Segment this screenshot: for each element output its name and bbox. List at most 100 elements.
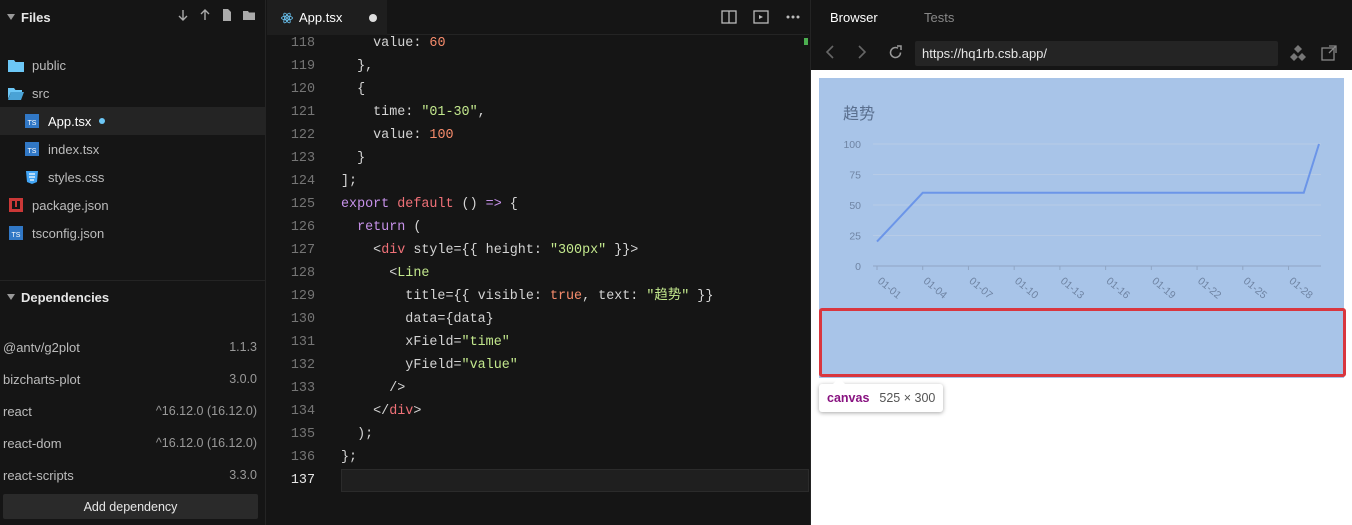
code-line: 132 yField="value" <box>267 354 809 377</box>
line-number: 134 <box>290 404 315 419</box>
tooltip-dimensions: 525 × 300 <box>879 391 936 405</box>
y-tick-label: 100 <box>843 139 861 151</box>
preview-viewport[interactable]: 趋势 0 25 50 75 100 01-01 01-04 01-07 01-10 01-13 01… <box>811 70 1352 525</box>
code-line: 133 /> <box>267 377 809 400</box>
new-file-icon[interactable] <box>220 8 234 22</box>
code-line: 124]; <box>267 170 809 193</box>
code-text: value: 100 <box>341 128 454 143</box>
file-row-index-tsx[interactable]: TS index.tsx <box>0 135 266 163</box>
code-text: ]; <box>341 174 358 189</box>
x-tick-label: 01-22 <box>1195 275 1223 302</box>
browser-panel: Browser Tests https://hq1rb.csb.app/ 趋势 … <box>810 0 1352 525</box>
editor-actions <box>721 10 801 24</box>
dependency-version: 3.0.0 <box>229 372 257 386</box>
code-text: xField="time" <box>341 335 510 350</box>
code-text: } <box>341 151 366 166</box>
forward-icon[interactable] <box>857 45 867 59</box>
dependency-row[interactable]: react ^16.12.0 (16.12.0) <box>0 395 266 427</box>
dependency-row[interactable]: react-dom ^16.12.0 (16.12.0) <box>0 427 266 459</box>
code-text: }, <box>341 59 374 74</box>
file-name: tsconfig.json <box>32 225 105 241</box>
code-line: 120 { <box>267 78 809 101</box>
sort-up-icon[interactable] <box>198 8 212 22</box>
dependency-version: 3.3.0 <box>229 468 257 482</box>
x-tick-label: 01-25 <box>1241 275 1269 302</box>
line-number: 127 <box>290 243 315 258</box>
code-line: 118 value: 60 <box>267 32 809 55</box>
codesandbox-logo-icon[interactable] <box>1289 44 1307 62</box>
code-text: value: 60 <box>341 36 446 51</box>
dependency-name: bizcharts-plot <box>3 371 81 387</box>
ts-file-icon: TS <box>24 141 40 157</box>
code-editor: App.tsx 118 value: 60 119 }, 120 { 121 t… <box>267 0 809 525</box>
new-folder-icon[interactable] <box>242 8 256 22</box>
refresh-icon[interactable] <box>888 45 903 60</box>
x-tick-label: 01-10 <box>1012 275 1040 302</box>
code-line-current[interactable]: 137 <box>267 469 809 492</box>
line-number: 125 <box>290 197 315 212</box>
sort-down-icon[interactable] <box>176 8 190 22</box>
add-dependency-button[interactable]: Add dependency <box>3 494 258 519</box>
file-row-app-tsx[interactable]: TS App.tsx <box>0 107 266 135</box>
file-row-src[interactable]: src <box>0 79 266 107</box>
npm-icon <box>8 197 24 213</box>
collapse-chevron-icon[interactable] <box>7 14 15 20</box>
files-section-header[interactable]: Files <box>0 0 266 34</box>
file-name: styles.css <box>48 169 105 185</box>
tooltip-tag: canvas <box>827 391 870 405</box>
canvas-highlight-box <box>819 308 1346 377</box>
dependency-name: react <box>3 403 32 419</box>
code-line: 127 <div style={{ height: "300px" }}> <box>267 239 809 262</box>
dependency-row[interactable]: react-scripts 3.3.0 <box>0 459 266 491</box>
code-text: ); <box>341 427 374 442</box>
dependency-name: @antv/g2plot <box>3 339 80 355</box>
code-text: /> <box>341 381 406 396</box>
x-tick-label: 01-07 <box>967 275 995 302</box>
line-number: 121 <box>290 105 315 120</box>
more-options-icon[interactable] <box>785 10 801 24</box>
split-view-icon[interactable] <box>721 10 737 24</box>
dependencies-section-header[interactable]: Dependencies <box>0 280 266 314</box>
y-tick-label: 75 <box>849 170 861 182</box>
x-tick-label: 01-28 <box>1287 275 1315 302</box>
tab-app-tsx[interactable]: App.tsx <box>267 0 387 35</box>
browser-toolbar: https://hq1rb.csb.app/ <box>811 35 1352 70</box>
dependency-version: ^16.12.0 (16.12.0) <box>155 436 257 450</box>
code-text: <Line <box>341 266 430 281</box>
unsaved-indicator-icon[interactable] <box>369 13 377 22</box>
file-row-tsconfig-json[interactable]: TS tsconfig.json <box>0 219 266 247</box>
dependency-row[interactable]: bizcharts-plot 3.0.0 <box>0 363 266 395</box>
line-number: 132 <box>290 358 315 373</box>
y-tick-label: 25 <box>849 231 861 243</box>
files-title: Files <box>21 9 51 25</box>
collapse-chevron-icon[interactable] <box>7 294 15 300</box>
y-tick-label: 50 <box>849 200 861 212</box>
line-number: 118 <box>290 36 315 51</box>
line-number: 128 <box>290 266 315 281</box>
dependency-version: ^16.12.0 (16.12.0) <box>155 404 257 418</box>
preview-icon[interactable] <box>753 10 769 24</box>
line-number: 123 <box>290 151 315 166</box>
dependency-row[interactable]: @antv/g2plot 1.1.3 <box>0 331 266 363</box>
code-line: 128 <Line <box>267 262 809 285</box>
y-tick-label: 0 <box>855 261 861 273</box>
folder-icon <box>8 57 24 73</box>
file-explorer-sidebar: Files public src TS App.tsx TS index.tsx… <box>0 0 266 525</box>
tab-browser[interactable]: Browser <box>830 10 878 25</box>
line-number: 131 <box>290 335 315 350</box>
back-icon[interactable] <box>825 45 835 59</box>
line-number: 120 <box>290 82 315 97</box>
open-new-window-icon[interactable] <box>1321 45 1337 61</box>
line-number: 119 <box>290 59 315 74</box>
file-row-public[interactable]: public <box>0 51 266 79</box>
x-tick-label: 01-01 <box>875 275 903 302</box>
line-number: 137 <box>290 473 315 488</box>
url-input[interactable]: https://hq1rb.csb.app/ <box>915 41 1278 66</box>
file-row-package-json[interactable]: package.json <box>0 191 266 219</box>
unsaved-dot-icon <box>99 118 106 124</box>
x-tick-label: 01-16 <box>1104 275 1132 302</box>
code-line: 136}; <box>267 446 809 469</box>
tab-tests[interactable]: Tests <box>924 10 954 25</box>
dependency-name: react-scripts <box>3 467 74 483</box>
file-row-styles-css[interactable]: styles.css <box>0 163 266 191</box>
